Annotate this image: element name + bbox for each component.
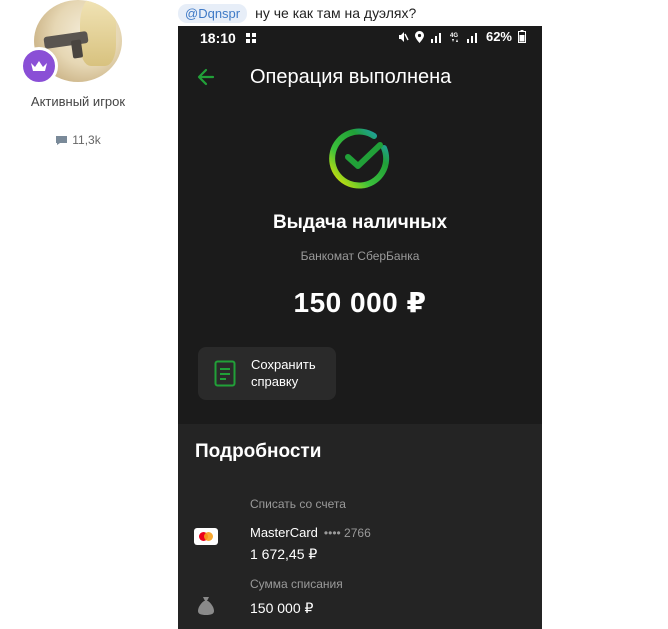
mute-icon <box>398 31 409 42</box>
battery-icon <box>518 30 526 43</box>
post-text: ну че как там на дуэлях? <box>255 5 417 21</box>
operation-title: Выдача наличных <box>272 212 448 233</box>
crown-icon <box>31 61 47 71</box>
sber-check-icon <box>329 128 390 189</box>
back-arrow-icon[interactable] <box>196 67 216 87</box>
account-balance: 1 672,45 ₽ <box>250 546 318 562</box>
user-panel: Активный игрок 11,3k <box>0 0 160 160</box>
status-time: 18:10 <box>200 30 236 46</box>
location-icon <box>414 30 424 43</box>
status-icons: 4G 62% <box>397 29 526 44</box>
speech-bubble-icon <box>56 135 68 145</box>
user-rank: Активный игрок <box>30 94 126 109</box>
details-panel: Подробности Списать со счета MasterCard … <box>178 424 542 629</box>
details-title: Подробности <box>195 441 322 462</box>
mastercard-icon <box>194 528 218 545</box>
signal-icon <box>430 32 441 43</box>
message-count-value: 11,3k <box>72 133 101 147</box>
page-title: Операция выполнена <box>250 66 452 88</box>
user-mention[interactable]: @Dqnspr <box>178 3 248 23</box>
message-count[interactable]: 11,3k <box>0 133 156 147</box>
status-bar: 18:10 4G 62% <box>178 26 542 52</box>
card-number: •••• 2766 <box>323 526 371 540</box>
receipt-icon <box>214 360 236 387</box>
network-4g-icon: 4G <box>450 33 458 42</box>
app-grid-icon <box>246 33 256 43</box>
svg-text:4G: 4G <box>450 33 458 39</box>
card-row[interactable]: MasterCard •••• 2766 <box>250 525 371 540</box>
signal-icon-2 <box>466 32 477 43</box>
save-receipt-label: Сохранить справку <box>251 357 316 389</box>
rank-badge <box>20 47 58 85</box>
post-line: @Dqnspr ну че как там на дуэлях? <box>178 3 416 23</box>
phone-screenshot: 18:10 4G 62% Операция выполнена Выдача н… <box>178 26 542 629</box>
account-label: Списать со счета <box>250 497 346 511</box>
save-receipt-button[interactable]: Сохранить справку <box>198 347 336 400</box>
debit-label: Сумма списания <box>250 577 343 591</box>
operation-subtitle: Банкомат СберБанка <box>300 249 420 263</box>
top-bar: Операция выполнена <box>178 64 542 92</box>
money-bag-icon <box>198 597 214 615</box>
battery-percent: 62% <box>485 29 512 44</box>
debit-amount: 150 000 ₽ <box>250 600 314 616</box>
operation-amount: 150 000 ₽ <box>293 287 427 318</box>
card-name: MasterCard <box>250 525 318 540</box>
